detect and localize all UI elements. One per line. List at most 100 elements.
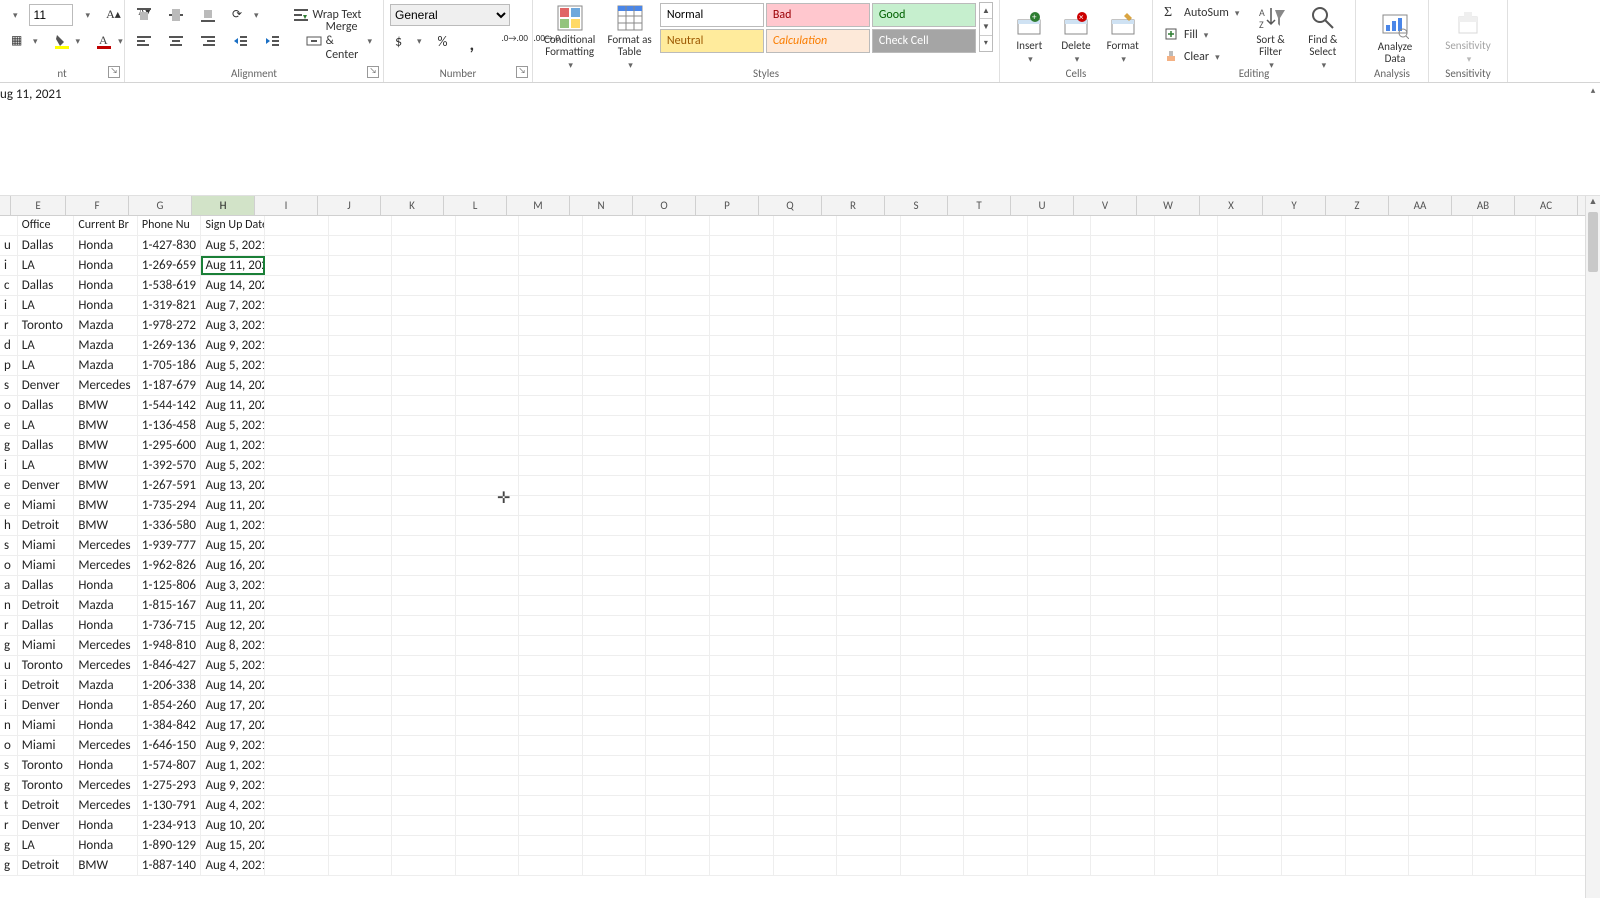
empty-cell[interactable] xyxy=(519,856,583,875)
empty-cell[interactable] xyxy=(1409,816,1473,835)
column-header[interactable]: Y xyxy=(1263,196,1326,215)
empty-cell[interactable] xyxy=(456,856,520,875)
data-cell[interactable]: Mercedes xyxy=(74,776,138,795)
empty-cell[interactable] xyxy=(1282,576,1346,595)
data-cell[interactable]: Aug 13, 2021 xyxy=(201,476,265,495)
data-cell[interactable]: o xyxy=(0,736,18,755)
empty-cell[interactable] xyxy=(1346,216,1410,235)
empty-cell[interactable] xyxy=(837,316,901,335)
empty-cell[interactable] xyxy=(1218,836,1282,855)
empty-cell[interactable] xyxy=(1346,336,1410,355)
data-cell[interactable]: 1-890-129 xyxy=(138,836,202,855)
empty-cell[interactable] xyxy=(1282,836,1346,855)
increase-font-size-button[interactable]: A▴ xyxy=(101,4,127,26)
empty-cell[interactable] xyxy=(1473,836,1537,855)
header-cell[interactable] xyxy=(0,216,18,235)
data-cell[interactable]: p xyxy=(0,356,18,375)
data-rows[interactable]: OfficeCurrent BrPhone NuSign Up DateuDal… xyxy=(0,216,1600,876)
data-cell[interactable]: Honda xyxy=(74,816,138,835)
empty-cell[interactable] xyxy=(964,256,1028,275)
data-cell[interactable]: Denver xyxy=(18,816,75,835)
column-header[interactable] xyxy=(0,196,11,215)
empty-cell[interactable] xyxy=(265,496,329,515)
empty-cell[interactable] xyxy=(1409,436,1473,455)
empty-cell[interactable] xyxy=(1282,256,1346,275)
table-row[interactable]: eMiamiBMW1-735-294Aug 11, 2021 xyxy=(0,496,1600,516)
empty-cell[interactable] xyxy=(1218,256,1282,275)
empty-cell[interactable] xyxy=(710,836,774,855)
empty-cell[interactable] xyxy=(646,616,710,635)
empty-cell[interactable] xyxy=(1346,596,1410,615)
empty-cell[interactable] xyxy=(837,856,901,875)
data-cell[interactable]: Miami xyxy=(18,716,75,735)
empty-cell[interactable] xyxy=(456,736,520,755)
empty-cell[interactable] xyxy=(1028,696,1092,715)
empty-cell[interactable] xyxy=(1028,516,1092,535)
empty-cell[interactable] xyxy=(1409,616,1473,635)
empty-cell[interactable] xyxy=(646,736,710,755)
empty-cell[interactable] xyxy=(519,776,583,795)
empty-cell[interactable] xyxy=(265,596,329,615)
table-row[interactable]: uTorontoMercedes1-846-427Aug 5, 2021 xyxy=(0,656,1600,676)
empty-cell[interactable] xyxy=(329,216,393,235)
empty-cell[interactable] xyxy=(1282,236,1346,255)
empty-cell[interactable] xyxy=(329,456,393,475)
empty-cell[interactable] xyxy=(1282,676,1346,695)
empty-cell[interactable] xyxy=(646,456,710,475)
empty-cell[interactable] xyxy=(392,756,456,775)
fill-color-button[interactable]: ▾ xyxy=(49,30,86,52)
data-cell[interactable]: Miami xyxy=(18,736,75,755)
empty-cell[interactable] xyxy=(710,216,774,235)
data-cell[interactable]: LA xyxy=(18,836,75,855)
data-cell[interactable]: d xyxy=(0,336,18,355)
data-cell[interactable]: a xyxy=(0,576,18,595)
empty-cell[interactable] xyxy=(583,856,647,875)
empty-cell[interactable] xyxy=(774,356,838,375)
empty-cell[interactable] xyxy=(901,416,965,435)
empty-cell[interactable] xyxy=(646,216,710,235)
empty-cell[interactable] xyxy=(392,356,456,375)
empty-cell[interactable] xyxy=(1091,276,1155,295)
empty-cell[interactable] xyxy=(964,696,1028,715)
data-cell[interactable]: Aug 9, 2021 xyxy=(201,336,265,355)
data-cell[interactable]: Aug 11, 2021 xyxy=(201,396,265,415)
empty-cell[interactable] xyxy=(265,256,329,275)
empty-cell[interactable] xyxy=(774,516,838,535)
empty-cell[interactable] xyxy=(1091,496,1155,515)
empty-cell[interactable] xyxy=(901,616,965,635)
empty-cell[interactable] xyxy=(901,656,965,675)
data-cell[interactable]: 1-887-140 xyxy=(138,856,202,875)
data-cell[interactable]: Honda xyxy=(74,716,138,735)
empty-cell[interactable] xyxy=(1028,496,1092,515)
empty-cell[interactable] xyxy=(710,256,774,275)
formula-collapse-icon[interactable]: ▴ xyxy=(1586,85,1600,99)
empty-cell[interactable] xyxy=(1155,716,1219,735)
empty-cell[interactable] xyxy=(1218,276,1282,295)
empty-cell[interactable] xyxy=(329,336,393,355)
empty-cell[interactable] xyxy=(519,416,583,435)
empty-cell[interactable] xyxy=(1091,456,1155,475)
align-right-button[interactable] xyxy=(195,30,221,52)
empty-cell[interactable] xyxy=(964,716,1028,735)
empty-cell[interactable] xyxy=(1473,436,1537,455)
empty-cell[interactable] xyxy=(265,796,329,815)
empty-cell[interactable] xyxy=(1282,636,1346,655)
empty-cell[interactable] xyxy=(1473,456,1537,475)
empty-cell[interactable] xyxy=(837,776,901,795)
data-cell[interactable]: Detroit xyxy=(18,596,75,615)
empty-cell[interactable] xyxy=(901,336,965,355)
empty-cell[interactable] xyxy=(265,336,329,355)
empty-cell[interactable] xyxy=(1028,856,1092,875)
empty-cell[interactable] xyxy=(392,516,456,535)
empty-cell[interactable] xyxy=(710,796,774,815)
align-center-button[interactable] xyxy=(163,30,189,52)
empty-cell[interactable] xyxy=(1091,576,1155,595)
empty-cell[interactable] xyxy=(710,596,774,615)
data-cell[interactable]: o xyxy=(0,396,18,415)
empty-cell[interactable] xyxy=(519,796,583,815)
empty-cell[interactable] xyxy=(837,516,901,535)
data-cell[interactable]: Toronto xyxy=(18,756,75,775)
empty-cell[interactable] xyxy=(392,716,456,735)
empty-cell[interactable] xyxy=(774,656,838,675)
empty-cell[interactable] xyxy=(456,816,520,835)
